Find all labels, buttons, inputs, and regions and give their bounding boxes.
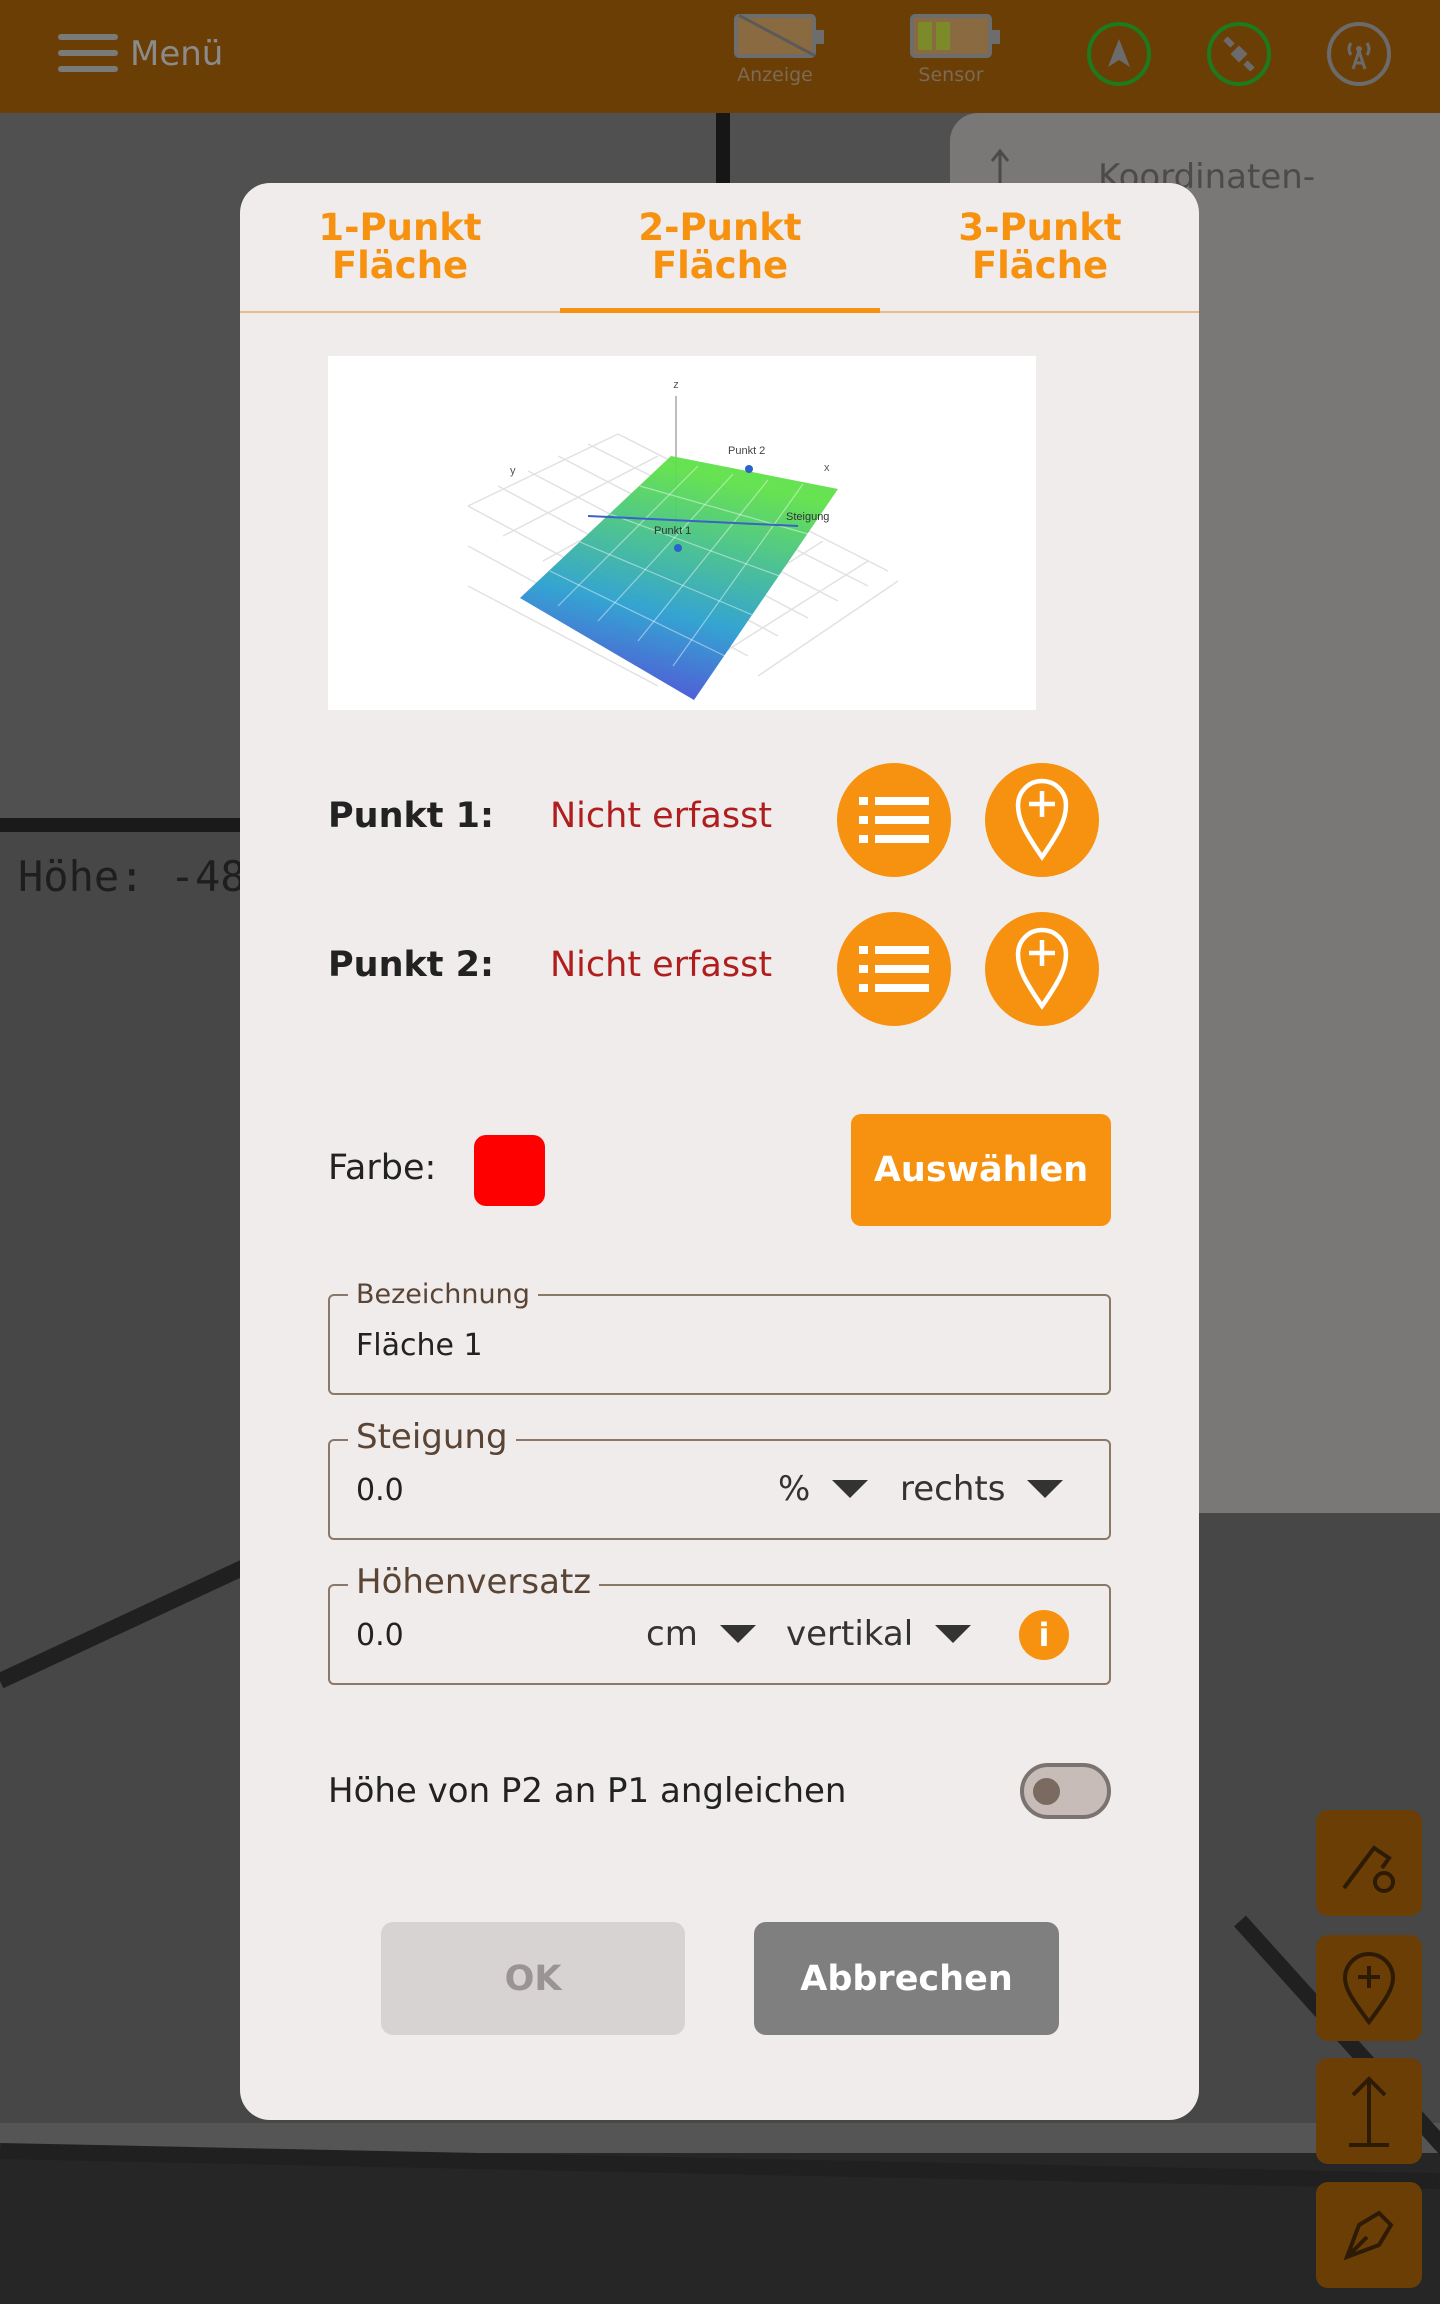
height-offset-direction-select[interactable]: vertikal [786, 1614, 972, 1654]
antenna-icon[interactable] [1327, 22, 1391, 86]
name-field[interactable]: Bezeichnung Fläche 1 [328, 1279, 1111, 1395]
slope-direction-select[interactable]: rechts [900, 1469, 1064, 1509]
sensor-status[interactable]: Sensor [910, 14, 1000, 86]
add-point-fab[interactable] [1316, 1935, 1422, 2041]
point1-list-button[interactable] [837, 763, 951, 877]
name-field-legend: Bezeichnung [348, 1279, 538, 1310]
tab-2-punkt[interactable]: 2-Punkt Fläche [560, 183, 880, 313]
point2-list-button[interactable] [837, 912, 951, 1026]
height-offset-legend: Höhenversatz [348, 1562, 600, 1602]
list-icon [859, 797, 929, 843]
height-offset-direction-value: vertikal [786, 1614, 914, 1654]
preview-slope-label: Steigung [786, 511, 829, 523]
height-readout: Höhe: -48 [18, 852, 246, 901]
point1-label: Punkt 1: [328, 796, 495, 836]
display-battery-icon [734, 14, 824, 58]
color-swatch[interactable] [474, 1135, 545, 1206]
sensor-label: Sensor [918, 64, 984, 86]
menu-label: Menü [130, 34, 224, 74]
plane-preview-image: z y x Punkt 2 Punkt 1 Steigung [328, 356, 1036, 710]
area-dialog: 1-Punkt Fläche 2-Punkt Fläche 3-Punkt Fl… [240, 183, 1199, 2120]
height-offset-field: Höhenversatz 0.0 cm vertikal i [328, 1562, 1111, 1685]
slope-unit-value: % [778, 1469, 811, 1509]
height-offset-unit-value: cm [646, 1614, 698, 1654]
pen-nib-icon [1343, 2210, 1394, 2261]
height-offset-value[interactable]: 0.0 [356, 1618, 404, 1653]
map-pin-plus-icon [1015, 778, 1069, 861]
display-label: Anzeige [737, 64, 813, 86]
list-icon [859, 946, 929, 992]
tab-bar: 1-Punkt Fläche 2-Punkt Fläche 3-Punkt Fl… [240, 183, 1199, 313]
chevron-down-icon [1027, 1480, 1064, 1498]
preview-point2-label: Punkt 2 [728, 445, 765, 457]
slope-field-value[interactable]: 0.0 [356, 1473, 404, 1508]
slope-direction-value: rechts [900, 1469, 1006, 1509]
tab-1-punkt[interactable]: 1-Punkt Fläche [240, 183, 560, 311]
select-color-button[interactable]: Auswählen [851, 1114, 1111, 1226]
map-pin-plus-icon [1342, 1952, 1396, 2026]
point2-label: Punkt 2: [328, 945, 495, 985]
info-icon[interactable]: i [1019, 1610, 1069, 1660]
sensor-battery-icon [910, 14, 1000, 58]
color-label: Farbe: [328, 1148, 437, 1188]
display-status[interactable]: Anzeige [734, 14, 824, 86]
point2-capture-button[interactable] [985, 912, 1099, 1026]
toggle-knob [1033, 1778, 1060, 1805]
match-height-label: Höhe von P2 an P1 angleichen [328, 1771, 847, 1811]
point1-status: Nicht erfasst [550, 796, 773, 836]
slope-field: Steigung 0.0 % rechts [328, 1417, 1111, 1540]
menu-button[interactable]: Menü [58, 30, 223, 78]
compass-icon[interactable] [1087, 22, 1151, 86]
ok-button[interactable]: OK [381, 1922, 685, 2035]
chevron-down-icon [832, 1480, 869, 1498]
point2-status: Nicht erfasst [550, 945, 773, 985]
satellite-icon[interactable] [1207, 22, 1271, 86]
pen-fab[interactable] [1316, 2182, 1422, 2288]
hamburger-icon [58, 30, 120, 78]
preview-axis-z: z [673, 379, 679, 391]
excavator-settings-button[interactable] [1316, 1810, 1422, 1916]
preview-axis-y: y [510, 465, 516, 477]
chevron-down-icon [719, 1625, 756, 1643]
upload-icon [1349, 2076, 1389, 2147]
slope-field-legend: Steigung [348, 1417, 516, 1457]
point1-capture-button[interactable] [985, 763, 1099, 877]
slope-unit-select[interactable]: % [778, 1469, 869, 1509]
excavator-icon [1342, 1845, 1395, 1893]
map-pin-plus-icon [1015, 927, 1069, 1010]
chevron-down-icon [935, 1625, 972, 1643]
height-offset-unit-select[interactable]: cm [646, 1614, 756, 1654]
tab-3-punkt[interactable]: 3-Punkt Fläche [880, 183, 1199, 311]
name-field-value[interactable]: Fläche 1 [356, 1328, 483, 1363]
top-bar: Menü Anzeige Sensor [0, 0, 1440, 113]
preview-axis-x: x [824, 462, 830, 474]
match-height-toggle[interactable] [1020, 1763, 1111, 1819]
upload-fab[interactable] [1316, 2058, 1422, 2164]
cancel-button[interactable]: Abbrechen [754, 1922, 1059, 2035]
preview-point1-label: Punkt 1 [654, 525, 691, 537]
